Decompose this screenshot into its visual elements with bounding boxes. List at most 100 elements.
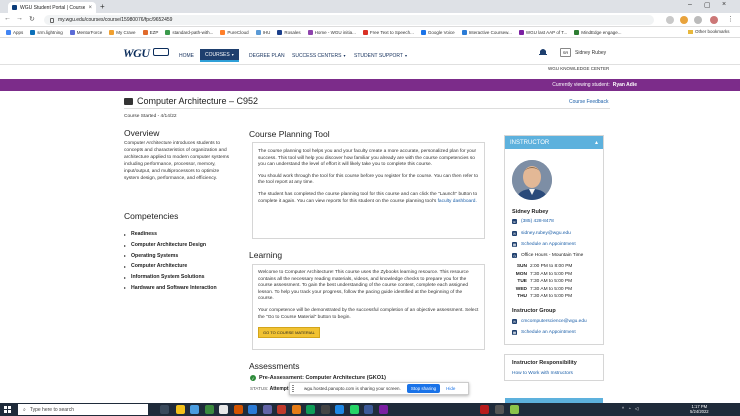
taskbar-app-icon[interactable]	[263, 405, 272, 414]
bookmark-item[interactable]: EZP	[142, 29, 158, 35]
volume-icon[interactable]: ◁	[635, 406, 638, 412]
bookmark-item[interactable]: PureCloud	[220, 29, 249, 35]
taskbar-app-icon[interactable]	[234, 405, 243, 414]
nav-courses[interactable]: COURSES ▾	[200, 49, 239, 62]
taskbar-clock[interactable]: 1:17 PM 5/24/2022	[690, 404, 709, 414]
instructor-phone[interactable]: ☏ (385) 428-8478	[512, 219, 554, 224]
browser-menu-icon[interactable]: ⋮	[727, 15, 734, 23]
forward-icon[interactable]: →	[16, 15, 23, 22]
nav-student-support[interactable]: STUDENT SUPPORT ▾	[349, 49, 412, 62]
nav-degree-plan[interactable]: DEGREE PLAN	[244, 49, 290, 62]
nav-home[interactable]: HOME	[174, 49, 199, 62]
status-label: STATUS:	[250, 386, 269, 391]
group-schedule-text: Schedule an Appointment	[521, 330, 576, 335]
taskbar-app-icon[interactable]	[495, 405, 504, 414]
new-tab-icon[interactable]: +	[100, 2, 105, 11]
drag-handle-icon[interactable]	[292, 385, 294, 392]
bookmark-item[interactable]: MentorForce	[69, 29, 102, 35]
bookmark-item[interactable]: IHU	[255, 29, 270, 35]
bookmark-label: Free Text to Speech...	[369, 29, 414, 35]
competency-item[interactable]: ▸ Computer Architecture	[124, 261, 239, 272]
course-feedback-link[interactable]: Course Feedback	[569, 99, 608, 105]
bookmark-item[interactable]: Free Text to Speech...	[362, 29, 414, 35]
instructor-name: Sidney Rubey	[512, 209, 549, 215]
assessment-status: STATUS: Attempt	[250, 386, 289, 392]
office-hours-time: 7:30 AM to 5:00 PM	[530, 294, 573, 300]
taskbar-app-icon[interactable]	[510, 405, 519, 414]
wgu-logo[interactable]: WGU	[123, 46, 150, 61]
network-icon[interactable]: ◔	[628, 406, 631, 412]
maximize-icon[interactable]: ▢	[704, 1, 711, 9]
schedule-appointment-link[interactable]: ▦ Schedule an Appointment	[512, 242, 576, 247]
extension-icon[interactable]	[666, 16, 674, 24]
taskbar-app-icon[interactable]	[219, 405, 228, 414]
taskbar-app-icon[interactable]	[160, 405, 169, 414]
stop-sharing-button[interactable]: Stop sharing	[406, 384, 441, 393]
reload-icon[interactable]: ↻	[29, 15, 35, 23]
taskbar-app-icon[interactable]	[277, 405, 286, 414]
taskbar-app-icon[interactable]	[248, 405, 257, 414]
nav-success-centers[interactable]: SUCCESS CENTERS ▾	[287, 49, 350, 62]
user-menu[interactable]: SR Sidney Rubey	[560, 48, 606, 57]
close-tab-icon[interactable]: ×	[88, 5, 92, 11]
taskbar-app-icon[interactable]	[364, 405, 373, 414]
bookmark-item[interactable]: Google Voice	[420, 29, 455, 35]
minimize-icon[interactable]: –	[688, 1, 692, 8]
windows-start-icon[interactable]	[4, 406, 11, 413]
other-bookmarks[interactable]: Other bookmarks	[688, 29, 730, 34]
bookmark-item[interactable]: Interactive Coursew...	[461, 29, 512, 35]
knowledge-center-link[interactable]: WGU KNOWLEDGE CENTER	[548, 66, 609, 71]
bookmark-favicon-icon	[165, 29, 171, 35]
taskbar-app-icon[interactable]	[379, 405, 388, 414]
bookmark-item[interactable]: standard-path-with...	[165, 29, 213, 35]
taskbar-app-icon[interactable]	[350, 405, 359, 414]
go-to-course-material-button[interactable]: GO TO COURSE MATERIAL	[258, 327, 320, 339]
group-schedule-link[interactable]: ▦ Schedule an Appointment	[512, 330, 576, 335]
taskbar-app-icon[interactable]	[306, 405, 315, 414]
taskbar-search-input[interactable]: ⌕ Type here to search	[18, 404, 148, 415]
extension-icon[interactable]	[694, 16, 702, 24]
bookmark-label: PureCloud	[227, 29, 249, 35]
profile-avatar-icon[interactable]	[710, 16, 718, 24]
work-with-instructors-link[interactable]: How to Work with Instructors	[512, 371, 573, 376]
bookmark-label: Apps	[13, 29, 24, 35]
taskbar-app-icon[interactable]	[335, 405, 344, 414]
bookmark-item[interactable]: Home - WGU initia...	[307, 29, 356, 35]
notification-bell-icon[interactable]	[538, 47, 548, 57]
chevron-right-icon: ▸	[124, 231, 127, 237]
office-hours-row: SUN 2:00 PM to 8:00 PM	[513, 263, 573, 271]
assessments-heading: Assessments	[249, 361, 300, 371]
close-window-icon[interactable]: ×	[722, 1, 726, 8]
competency-item[interactable]: ▸ Hardware and Software Interaction	[124, 282, 239, 293]
other-bookmarks-label: Other bookmarks	[695, 29, 730, 34]
competency-item[interactable]: ▸ Computer Architecture Design	[124, 240, 239, 251]
bookmark-item[interactable]: srm.lightning	[30, 29, 63, 35]
office-hours-time: 7:30 AM to 5:00 PM	[530, 271, 573, 277]
competency-item[interactable]: ▸ Information System Solutions	[124, 272, 239, 283]
group-email[interactable]: ✉ cmcomputerscience@wgu.edu	[512, 319, 587, 324]
bookmark-item[interactable]: WGU last AAP of T...	[518, 29, 567, 35]
competency-item[interactable]: ▸ Readiness	[124, 229, 239, 240]
url-input[interactable]: my.wgu.edu/courses/course/15980076/fpc/9…	[44, 15, 654, 25]
bookmark-item[interactable]: Rosales	[277, 29, 301, 35]
taskbar-app-icon[interactable]	[190, 405, 199, 414]
office-hours-day: SUN	[516, 264, 527, 269]
taskbar-app-icon[interactable]	[176, 405, 185, 414]
faculty-dashboard-link[interactable]: faculty dashboard.	[438, 199, 477, 204]
chevron-up-icon[interactable]: ^	[622, 406, 624, 412]
hide-button[interactable]: Hide	[446, 386, 455, 391]
instructor-email[interactable]: ✉ sidney.rubey@wgu.edu	[512, 231, 571, 236]
instructor-header[interactable]: INSTRUCTOR ▴	[505, 136, 603, 149]
extension-icon[interactable]	[680, 16, 688, 24]
taskbar-app-icon[interactable]	[480, 405, 489, 414]
back-icon[interactable]: ←	[4, 15, 11, 22]
pre-assessment-item[interactable]: ✓ Pre-Assessment: Computer Architecture …	[250, 375, 386, 381]
taskbar-app-icon[interactable]	[292, 405, 301, 414]
taskbar-app-icon[interactable]	[205, 405, 214, 414]
taskbar-app-icon[interactable]	[321, 405, 330, 414]
bookmark-item[interactable]: MindEdge engage...	[574, 29, 622, 35]
bookmark-item[interactable]: My Crave	[109, 29, 136, 35]
browser-tab[interactable]: WGU Student Portal | Course... ×	[8, 2, 96, 13]
competency-item[interactable]: ▸ Operating Systems	[124, 250, 239, 261]
bookmark-item[interactable]: Apps	[6, 29, 24, 35]
